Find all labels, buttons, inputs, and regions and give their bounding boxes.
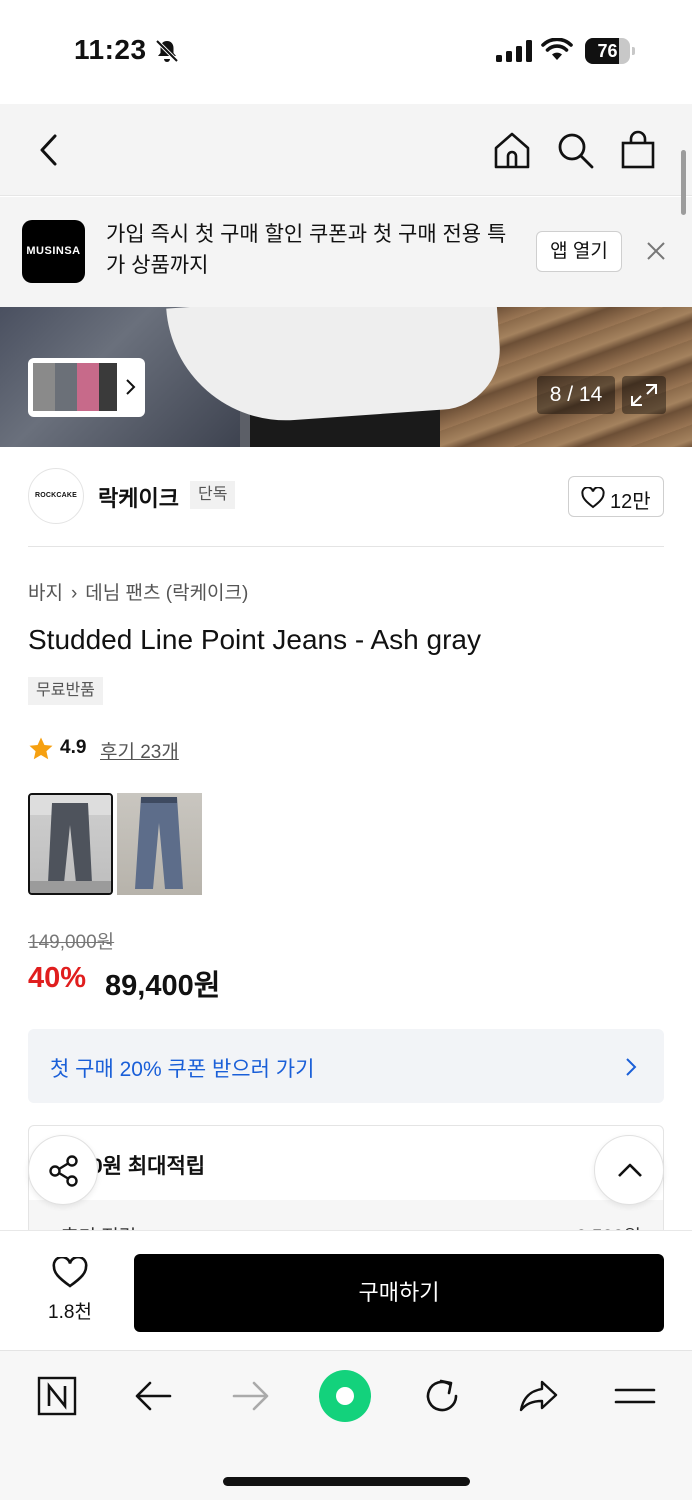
jeans-thumbnail	[135, 797, 183, 889]
musinsa-logo: MUSINSA	[22, 220, 85, 283]
status-time: 11:23	[74, 34, 147, 65]
first-purchase-coupon-banner[interactable]: 첫 구매 20% 쿠폰 받으러 가기	[28, 1029, 664, 1103]
signal-icon	[496, 40, 532, 62]
breadcrumb-separator-icon: ›	[70, 583, 78, 604]
color-variant-option[interactable]	[117, 793, 202, 895]
points-title: 0원 최대적립	[91, 1155, 206, 1178]
battery-level: 76	[597, 41, 618, 61]
expand-icon[interactable]	[622, 376, 666, 414]
scrollbar[interactable]	[681, 150, 686, 215]
naver-n-icon[interactable]	[34, 1373, 80, 1419]
brand-name[interactable]: 락케이크	[98, 481, 179, 513]
wishlist-count: 1.8천	[48, 1302, 92, 1323]
reload-icon[interactable]	[419, 1373, 465, 1419]
breadcrumb-item[interactable]: 데님 팬츠 (락케이크)	[85, 583, 248, 604]
share-button[interactable]	[28, 1135, 98, 1205]
buy-button[interactable]: 구매하기	[134, 1254, 664, 1332]
sale-price: 89,400원	[105, 970, 221, 1002]
points-accordion[interactable]: 0원 최대적립 후기 적립 2,500원	[28, 1125, 664, 1235]
gallery-page-counter: 8 / 14	[537, 376, 615, 414]
back-icon[interactable]	[30, 130, 70, 170]
browser-toolbar	[0, 1350, 692, 1500]
review-count-link[interactable]: 후기 23개	[100, 737, 179, 764]
open-app-button[interactable]: 앱 열기	[536, 231, 622, 272]
color-variant-option[interactable]	[28, 793, 113, 895]
back-arrow-icon[interactable]	[131, 1373, 177, 1419]
free-return-badge: 무료반품	[28, 677, 103, 705]
heart-icon	[581, 487, 605, 509]
share-arrow-icon[interactable]	[516, 1373, 562, 1419]
menu-icon[interactable]	[612, 1373, 658, 1419]
gallery-thumbnail-strip[interactable]	[28, 358, 145, 417]
wifi-icon	[541, 38, 573, 60]
breadcrumb: 바지 › 데님 팬츠 (락케이크)	[28, 578, 248, 605]
purchase-bar: 1.8천 구매하기	[0, 1230, 692, 1350]
exclusive-badge: 단독	[190, 481, 236, 509]
nav-header	[0, 104, 692, 196]
product-image-gallery[interactable]: 8 / 14	[0, 307, 692, 447]
chevron-right-icon	[126, 379, 136, 395]
breadcrumb-item[interactable]: 바지	[28, 583, 63, 604]
original-price: 149,000원	[28, 932, 115, 953]
status-bar: 11:23 76	[0, 0, 692, 104]
coupon-label: 첫 구매 20% 쿠폰 받으러 가기	[50, 1058, 315, 1081]
battery-icon: 76	[585, 38, 635, 64]
brand-like-button[interactable]: 12만	[568, 476, 664, 517]
close-icon[interactable]	[645, 240, 667, 262]
scroll-to-top-button[interactable]	[594, 1135, 664, 1205]
chevron-right-icon	[626, 1058, 637, 1076]
heart-icon	[52, 1257, 88, 1288]
cart-icon[interactable]	[618, 130, 658, 170]
search-icon[interactable]	[555, 130, 595, 170]
jeans-thumbnail	[30, 795, 111, 893]
discount-rate: 40%	[28, 962, 87, 994]
brand-row: ROCKCAKE 락케이크 단독 12만	[0, 447, 692, 547]
green-dot-icon[interactable]	[318, 1369, 372, 1423]
brand-like-count: 12만	[610, 491, 651, 513]
banner-message: 가입 즉시 첫 구매 할인 쿠폰과 첫 구매 전용 특가 상품까지	[106, 223, 507, 277]
bell-off-icon	[155, 39, 179, 63]
product-title: Studded Line Point Jeans - Ash gray	[28, 624, 481, 655]
home-indicator	[223, 1477, 470, 1486]
chevron-up-icon	[618, 1163, 642, 1177]
brand-logo[interactable]: ROCKCAKE	[28, 468, 84, 524]
wishlist-button[interactable]: 1.8천	[30, 1257, 110, 1327]
share-icon	[49, 1155, 78, 1187]
divider	[28, 546, 664, 547]
app-install-banner: MUSINSA 가입 즉시 첫 구매 할인 쿠폰과 첫 구매 전용 특가 상품까…	[0, 197, 692, 307]
rating-value: 4.9	[60, 737, 87, 758]
star-icon	[29, 737, 53, 760]
forward-arrow-icon[interactable]	[227, 1373, 273, 1419]
home-icon[interactable]	[492, 130, 532, 170]
